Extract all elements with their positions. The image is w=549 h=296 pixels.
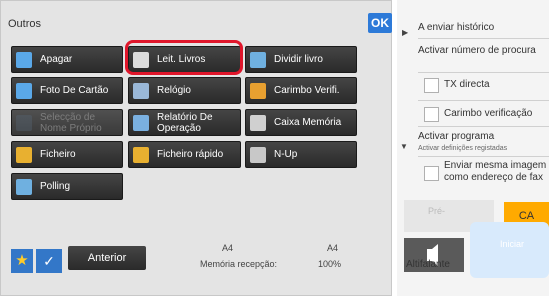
stamp-check-label: Carimbo verificação <box>444 108 533 119</box>
divider <box>418 38 549 39</box>
name-select-icon <box>16 114 32 131</box>
card-shot-icon <box>16 82 32 99</box>
seleccao-nome-proprio-button: Selecção de Nome Próprio <box>11 109 123 136</box>
start-button[interactable]: Iniciar <box>470 222 549 278</box>
favorite-star-icon[interactable]: ★ <box>11 249 33 273</box>
speaker-label: Altifalante <box>406 259 450 270</box>
memory-label: Memória recepção: <box>200 259 278 269</box>
paper-size-right: A4 <box>327 243 339 253</box>
divider <box>418 126 549 127</box>
history-item[interactable]: A enviar histórico <box>418 22 494 33</box>
clock-icon <box>133 82 149 99</box>
button-label: Foto De Cartão <box>40 85 109 96</box>
button-label: Ficheiro rápido <box>157 149 224 160</box>
tx-direct-label: TX directa <box>444 79 490 90</box>
divider <box>418 100 549 101</box>
quick-folder-icon <box>133 146 149 163</box>
button-label: Carimbo Verifi. <box>274 85 340 96</box>
dividir-livro-button[interactable]: Dividir livro <box>245 46 357 73</box>
stamp-icon <box>250 82 266 99</box>
divider <box>418 156 549 157</box>
ok-button[interactable]: OK <box>368 13 392 33</box>
button-label: Polling <box>40 181 71 192</box>
registered-settings-text: Activar definições registadas <box>418 145 508 152</box>
divider <box>418 72 549 73</box>
button-label: Ficheiro <box>40 149 76 160</box>
book-divide-icon <box>250 51 266 68</box>
button-label: Relatório De Operação <box>157 111 213 134</box>
scroll-down-icon[interactable]: ▼ <box>400 142 408 151</box>
carimbo-verifi-button[interactable]: Carimbo Verifi. <box>245 77 357 104</box>
erase-icon <box>16 51 32 68</box>
n-up-button[interactable]: N-Up <box>245 141 357 168</box>
send-same-image-label: Enviar mesma imagem como endereço de fax <box>444 160 547 183</box>
caixa-memoria-button[interactable]: Caixa Memória <box>245 109 357 136</box>
n-up-icon <box>250 146 266 163</box>
stamp-check-checkbox[interactable] <box>424 107 439 122</box>
ficheiro-button[interactable]: Ficheiro <box>11 141 123 168</box>
foto-de-cartao-button[interactable]: Foto De Cartão <box>11 77 123 104</box>
ficheiro-rapido-button[interactable]: Ficheiro rápido <box>128 141 241 168</box>
button-label: N-Up <box>274 149 298 160</box>
relatorio-operacao-button[interactable]: Relatório De Operação <box>128 109 241 136</box>
button-label: Selecção de Nome Próprio <box>40 111 102 134</box>
activate-number-item[interactable]: Activar número de procura <box>418 45 538 57</box>
button-label: Dividir livro <box>274 54 323 65</box>
button-label: Apagar <box>40 54 73 65</box>
relogio-button[interactable]: Relógio <box>128 77 241 104</box>
polling-icon <box>16 178 32 195</box>
tx-direct-checkbox[interactable] <box>424 78 439 93</box>
folder-icon <box>16 146 32 163</box>
polling-button[interactable]: Polling <box>11 173 123 200</box>
panel-title: Outros <box>8 18 42 30</box>
start-label: Iniciar <box>500 239 525 249</box>
highlight-frame <box>125 40 243 75</box>
anterior-button[interactable]: Anterior <box>68 246 146 270</box>
send-same-image-checkbox[interactable] <box>424 166 439 181</box>
button-label: Relógio <box>157 85 191 96</box>
expand-arrow-icon[interactable]: ▶ <box>402 28 408 37</box>
check-icon[interactable]: ✓ <box>36 249 62 273</box>
report-icon <box>133 114 149 131</box>
button-label: Caixa Memória <box>274 117 342 128</box>
apagar-button[interactable]: Apagar <box>11 46 123 73</box>
memory-box-icon <box>250 114 266 131</box>
preview-label: Pré- <box>428 206 446 216</box>
paper-size-left: A4 <box>222 243 234 253</box>
activate-program-item[interactable]: Activar programa <box>418 131 494 142</box>
memory-value: 100% <box>318 259 342 269</box>
